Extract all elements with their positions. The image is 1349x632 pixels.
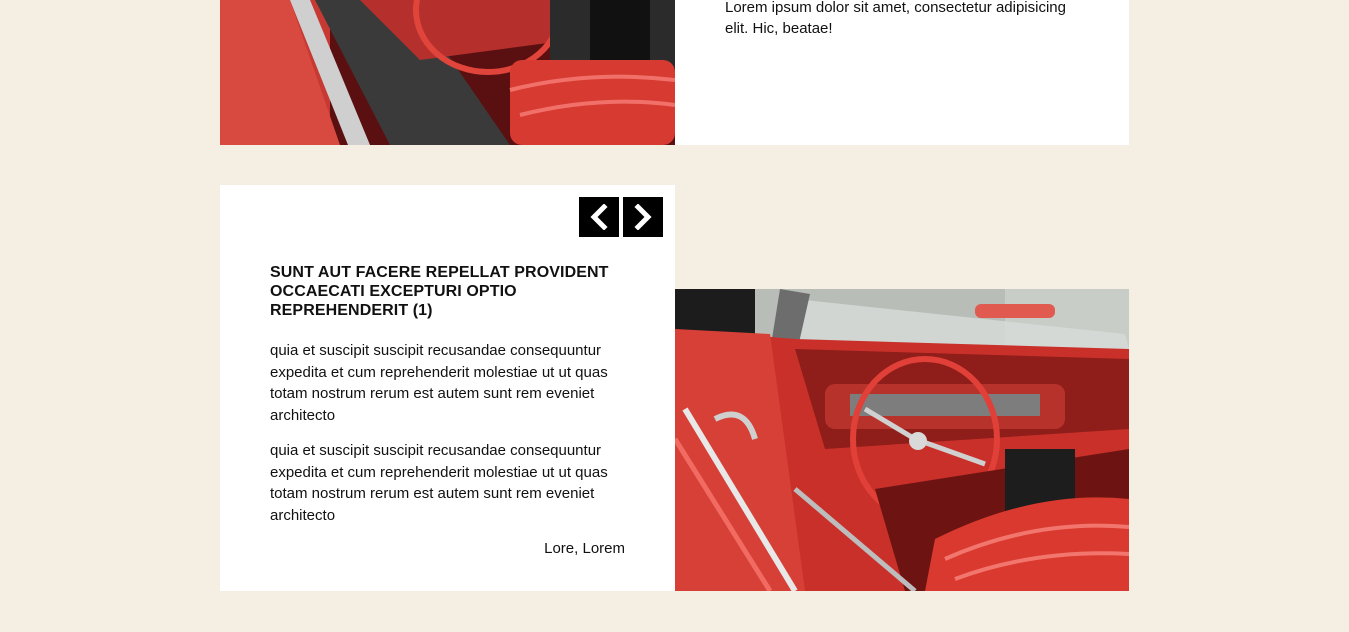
prev-button[interactable] [579,197,619,237]
top-feature-row: Lorem ipsum dolor sit amet, consectetur … [220,0,1129,145]
chevron-right-icon [634,204,652,230]
article-title: SUNT AUT FACERE REPELLAT PROVIDENT OCCAE… [270,264,609,319]
chevron-left-icon [590,204,608,230]
top-text-panel: Lorem ipsum dolor sit amet, consectetur … [675,0,1129,145]
article-image-column [675,185,1129,591]
article-slider: SUNT AUT FACERE REPELLAT PROVIDENT OCCAE… [220,185,1129,591]
article-author: Lore, Lorem [544,540,625,557]
top-intro-text: Lorem ipsum dolor sit amet, consectetur … [725,0,1066,37]
article-paragraph: quia et suscipit suscipit recusandae con… [270,442,608,524]
slider-nav [579,197,663,237]
car-interior-image [220,0,675,145]
car-interior-photo [675,289,1129,591]
next-button[interactable] [623,197,663,237]
car-interior-image [675,289,1129,591]
article-content: SUNT AUT FACERE REPELLAT PROVIDENT OCCAE… [270,263,625,557]
car-interior-photo-top [220,0,675,145]
article-card: SUNT AUT FACERE REPELLAT PROVIDENT OCCAE… [220,185,675,591]
article-paragraph: quia et suscipit suscipit recusandae con… [270,342,608,424]
